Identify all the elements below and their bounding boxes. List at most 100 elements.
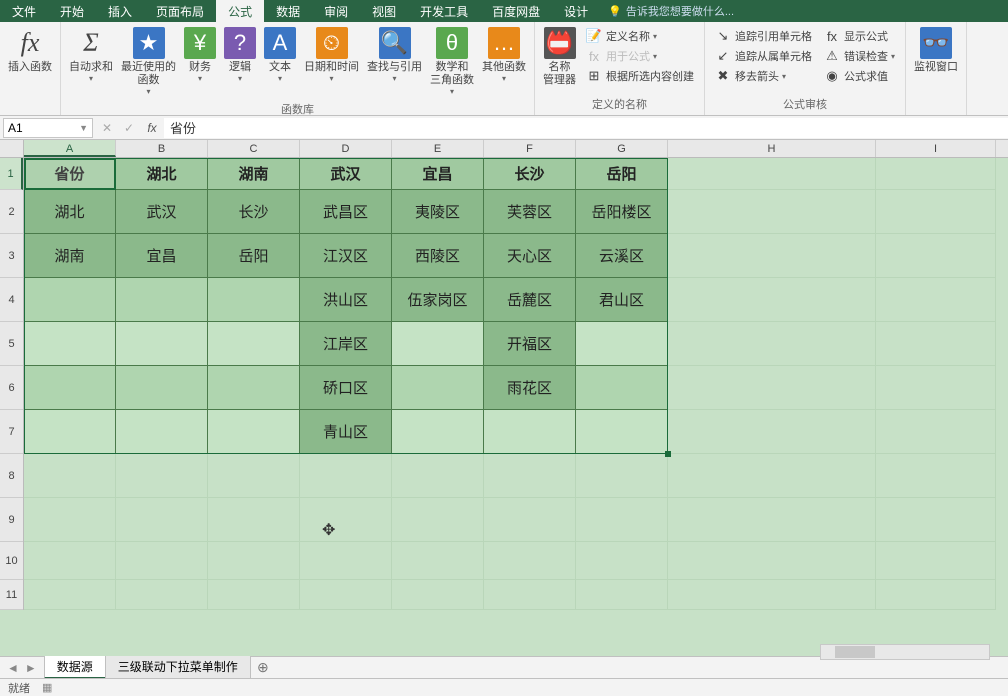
cell-C3[interactable]: 岳阳 (208, 234, 300, 278)
row-header-1[interactable]: 1 (0, 158, 23, 190)
cell-E11[interactable] (392, 580, 484, 610)
cell-B10[interactable] (116, 542, 208, 580)
cell-C7[interactable] (208, 410, 300, 454)
cell-G6[interactable] (576, 366, 668, 410)
ribbon-button[interactable]: …其他函数▾ (478, 25, 530, 86)
sheet-tab-数据源[interactable]: 数据源 (44, 656, 106, 679)
cell-E7[interactable] (392, 410, 484, 454)
cell-G3[interactable]: 云溪区 (576, 234, 668, 278)
ribbon-button[interactable]: ★最近使用的函数▾ (117, 25, 180, 99)
cell-C11[interactable] (208, 580, 300, 610)
ribbon-small-button[interactable]: ⚠错误检查▾ (822, 47, 897, 65)
cell-C9[interactable] (208, 498, 300, 542)
column-header-D[interactable]: D (300, 140, 392, 157)
row-header-9[interactable]: 9 (0, 498, 23, 542)
cell-F2[interactable]: 芙蓉区 (484, 190, 576, 234)
column-header-B[interactable]: B (116, 140, 208, 157)
cell-F8[interactable] (484, 454, 576, 498)
cell-D1[interactable]: 武汉 (300, 158, 392, 190)
cell-C5[interactable] (208, 322, 300, 366)
cell-I1[interactable] (876, 158, 996, 190)
cell-I10[interactable] (876, 542, 996, 580)
cell-E3[interactable]: 西陵区 (392, 234, 484, 278)
cell-B7[interactable] (116, 410, 208, 454)
menu-item-设计[interactable]: 设计 (552, 0, 600, 22)
cell-H5[interactable] (668, 322, 876, 366)
cell-B11[interactable] (116, 580, 208, 610)
column-header-C[interactable]: C (208, 140, 300, 157)
cell-A5[interactable] (24, 322, 116, 366)
column-header-E[interactable]: E (392, 140, 484, 157)
cell-A8[interactable] (24, 454, 116, 498)
cell-E2[interactable]: 夷陵区 (392, 190, 484, 234)
sheet-nav-next-icon[interactable]: ► (22, 661, 40, 675)
cell-B2[interactable]: 武汉 (116, 190, 208, 234)
cell-G11[interactable] (576, 580, 668, 610)
cell-B8[interactable] (116, 454, 208, 498)
cell-E1[interactable]: 宜昌 (392, 158, 484, 190)
ribbon-button[interactable]: 👓监视窗口 (910, 25, 962, 76)
cell-A9[interactable] (24, 498, 116, 542)
select-all-corner[interactable] (0, 140, 24, 158)
cell-A2[interactable]: 湖北 (24, 190, 116, 234)
cell-D11[interactable] (300, 580, 392, 610)
cell-B9[interactable] (116, 498, 208, 542)
cell-H1[interactable] (668, 158, 876, 190)
cell-E5[interactable] (392, 322, 484, 366)
cell-I6[interactable] (876, 366, 996, 410)
menu-item-文件[interactable]: 文件 (0, 0, 48, 22)
cell-I3[interactable] (876, 234, 996, 278)
menu-item-百度网盘[interactable]: 百度网盘 (480, 0, 552, 22)
cell-C8[interactable] (208, 454, 300, 498)
cell-I7[interactable] (876, 410, 996, 454)
cell-D2[interactable]: 武昌区 (300, 190, 392, 234)
cell-C2[interactable]: 长沙 (208, 190, 300, 234)
sheet-tab-三级联动下拉菜单制作[interactable]: 三级联动下拉菜单制作 (105, 656, 251, 679)
cell-A7[interactable] (24, 410, 116, 454)
cell-B1[interactable]: 湖北 (116, 158, 208, 190)
cell-B5[interactable] (116, 322, 208, 366)
column-header-I[interactable]: I (876, 140, 996, 157)
ribbon-button[interactable]: ¥财务▾ (180, 25, 220, 86)
cell-H11[interactable] (668, 580, 876, 610)
cell-H9[interactable] (668, 498, 876, 542)
tell-me-search[interactable]: 💡告诉我您想要做什么... (600, 0, 742, 22)
ribbon-small-button[interactable]: ◉公式求值 (822, 67, 897, 85)
ribbon-button[interactable]: 📛名称管理器 (539, 25, 580, 89)
cell-E9[interactable] (392, 498, 484, 542)
column-header-H[interactable]: H (668, 140, 876, 157)
cell-D3[interactable]: 江汉区 (300, 234, 392, 278)
row-header-11[interactable]: 11 (0, 580, 23, 610)
cell-F6[interactable]: 雨花区 (484, 366, 576, 410)
ribbon-button[interactable]: fx插入函数 (4, 25, 56, 76)
cell-E8[interactable] (392, 454, 484, 498)
cell-F4[interactable]: 岳麓区 (484, 278, 576, 322)
cell-D8[interactable] (300, 454, 392, 498)
column-header-G[interactable]: G (576, 140, 668, 157)
ribbon-button[interactable]: θ数学和三角函数▾ (426, 25, 478, 99)
ribbon-small-button[interactable]: ✖移去箭头▾ (713, 67, 814, 85)
cell-E4[interactable]: 伍家岗区 (392, 278, 484, 322)
row-header-7[interactable]: 7 (0, 410, 23, 454)
cell-H6[interactable] (668, 366, 876, 410)
name-box-dropdown-icon[interactable]: ▼ (79, 123, 88, 133)
fx-icon[interactable]: fx (140, 121, 164, 135)
cell-G4[interactable]: 君山区 (576, 278, 668, 322)
menu-item-审阅[interactable]: 审阅 (312, 0, 360, 22)
cell-F5[interactable]: 开福区 (484, 322, 576, 366)
cell-A4[interactable] (24, 278, 116, 322)
sheet-nav-prev-icon[interactable]: ◄ (4, 661, 22, 675)
cell-G8[interactable] (576, 454, 668, 498)
fill-handle[interactable] (665, 451, 671, 457)
row-header-10[interactable]: 10 (0, 542, 23, 580)
cell-C10[interactable] (208, 542, 300, 580)
cell-F11[interactable] (484, 580, 576, 610)
cell-A1[interactable]: 省份 (24, 158, 116, 190)
cell-G10[interactable] (576, 542, 668, 580)
column-header-A[interactable]: A (24, 140, 116, 157)
cell-H8[interactable] (668, 454, 876, 498)
ribbon-button[interactable]: Σ自动求和▾ (65, 25, 117, 86)
cell-D7[interactable]: 青山区 (300, 410, 392, 454)
cell-A6[interactable] (24, 366, 116, 410)
cell-H4[interactable] (668, 278, 876, 322)
